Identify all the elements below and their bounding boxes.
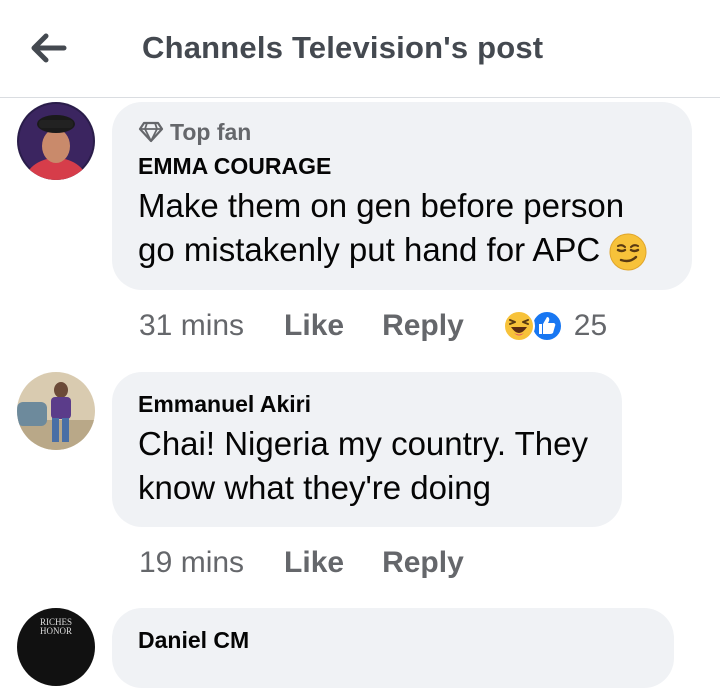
reactions-summary[interactable]: 25	[502, 309, 607, 343]
comment-actions: 19 mins Like Reply	[139, 542, 502, 584]
like-button[interactable]: Like	[284, 546, 344, 580]
page-title: Channels Television's post	[142, 30, 544, 65]
comment-line: Chai! Nigeria my country. They	[138, 425, 588, 462]
comment-timestamp[interactable]: 31 mins	[139, 309, 244, 343]
haha-reaction-icon	[502, 310, 535, 342]
profile-photo	[17, 102, 95, 180]
top-bar: Channels Television's post	[0, 0, 720, 98]
comment-actions: 31 mins Like Reply 25	[139, 305, 607, 347]
smirk-emoji-icon	[609, 233, 647, 271]
back-button[interactable]	[26, 30, 70, 66]
profile-photo	[17, 372, 95, 450]
comment-text: Make them on gen before person go mistak…	[138, 184, 668, 272]
comment-line-with-emoji: go mistakenly put hand for APC	[138, 228, 668, 272]
comment-bubble: Emmanuel Akiri Chai! Nigeria my country.…	[112, 372, 622, 527]
avatar[interactable]	[17, 102, 95, 180]
comment-timestamp[interactable]: 19 mins	[139, 546, 244, 580]
comment-text: Chai! Nigeria my country. They know what…	[138, 422, 598, 510]
avatar-caption-line: HONOR	[39, 626, 72, 636]
comment-author[interactable]: Daniel CM	[138, 626, 650, 654]
comment-line: know what they're doing	[138, 469, 492, 506]
comment-bubble: Daniel CM	[112, 608, 674, 688]
like-button[interactable]: Like	[284, 309, 344, 343]
avatar[interactable]: RICHES HONOR	[17, 608, 95, 686]
reaction-count: 25	[573, 309, 608, 342]
comment-author[interactable]: EMMA COURAGE	[138, 152, 668, 180]
avatar[interactable]	[17, 372, 95, 450]
back-arrow-icon	[31, 33, 67, 63]
comment-bubble: Top fan EMMA COURAGE Make them on gen be…	[112, 102, 692, 290]
top-fan-badge: Top fan	[138, 118, 668, 146]
comment-line: Make them on gen before person	[138, 187, 625, 224]
comment-line: go mistakenly put hand for APC	[138, 231, 601, 268]
badge-label: Top fan	[170, 118, 252, 145]
diamond-icon	[138, 121, 164, 143]
comment-author[interactable]: Emmanuel Akiri	[138, 390, 598, 418]
reply-button[interactable]: Reply	[382, 309, 464, 343]
reply-button[interactable]: Reply	[382, 546, 464, 580]
avatar-caption: RICHES HONOR	[17, 618, 95, 636]
